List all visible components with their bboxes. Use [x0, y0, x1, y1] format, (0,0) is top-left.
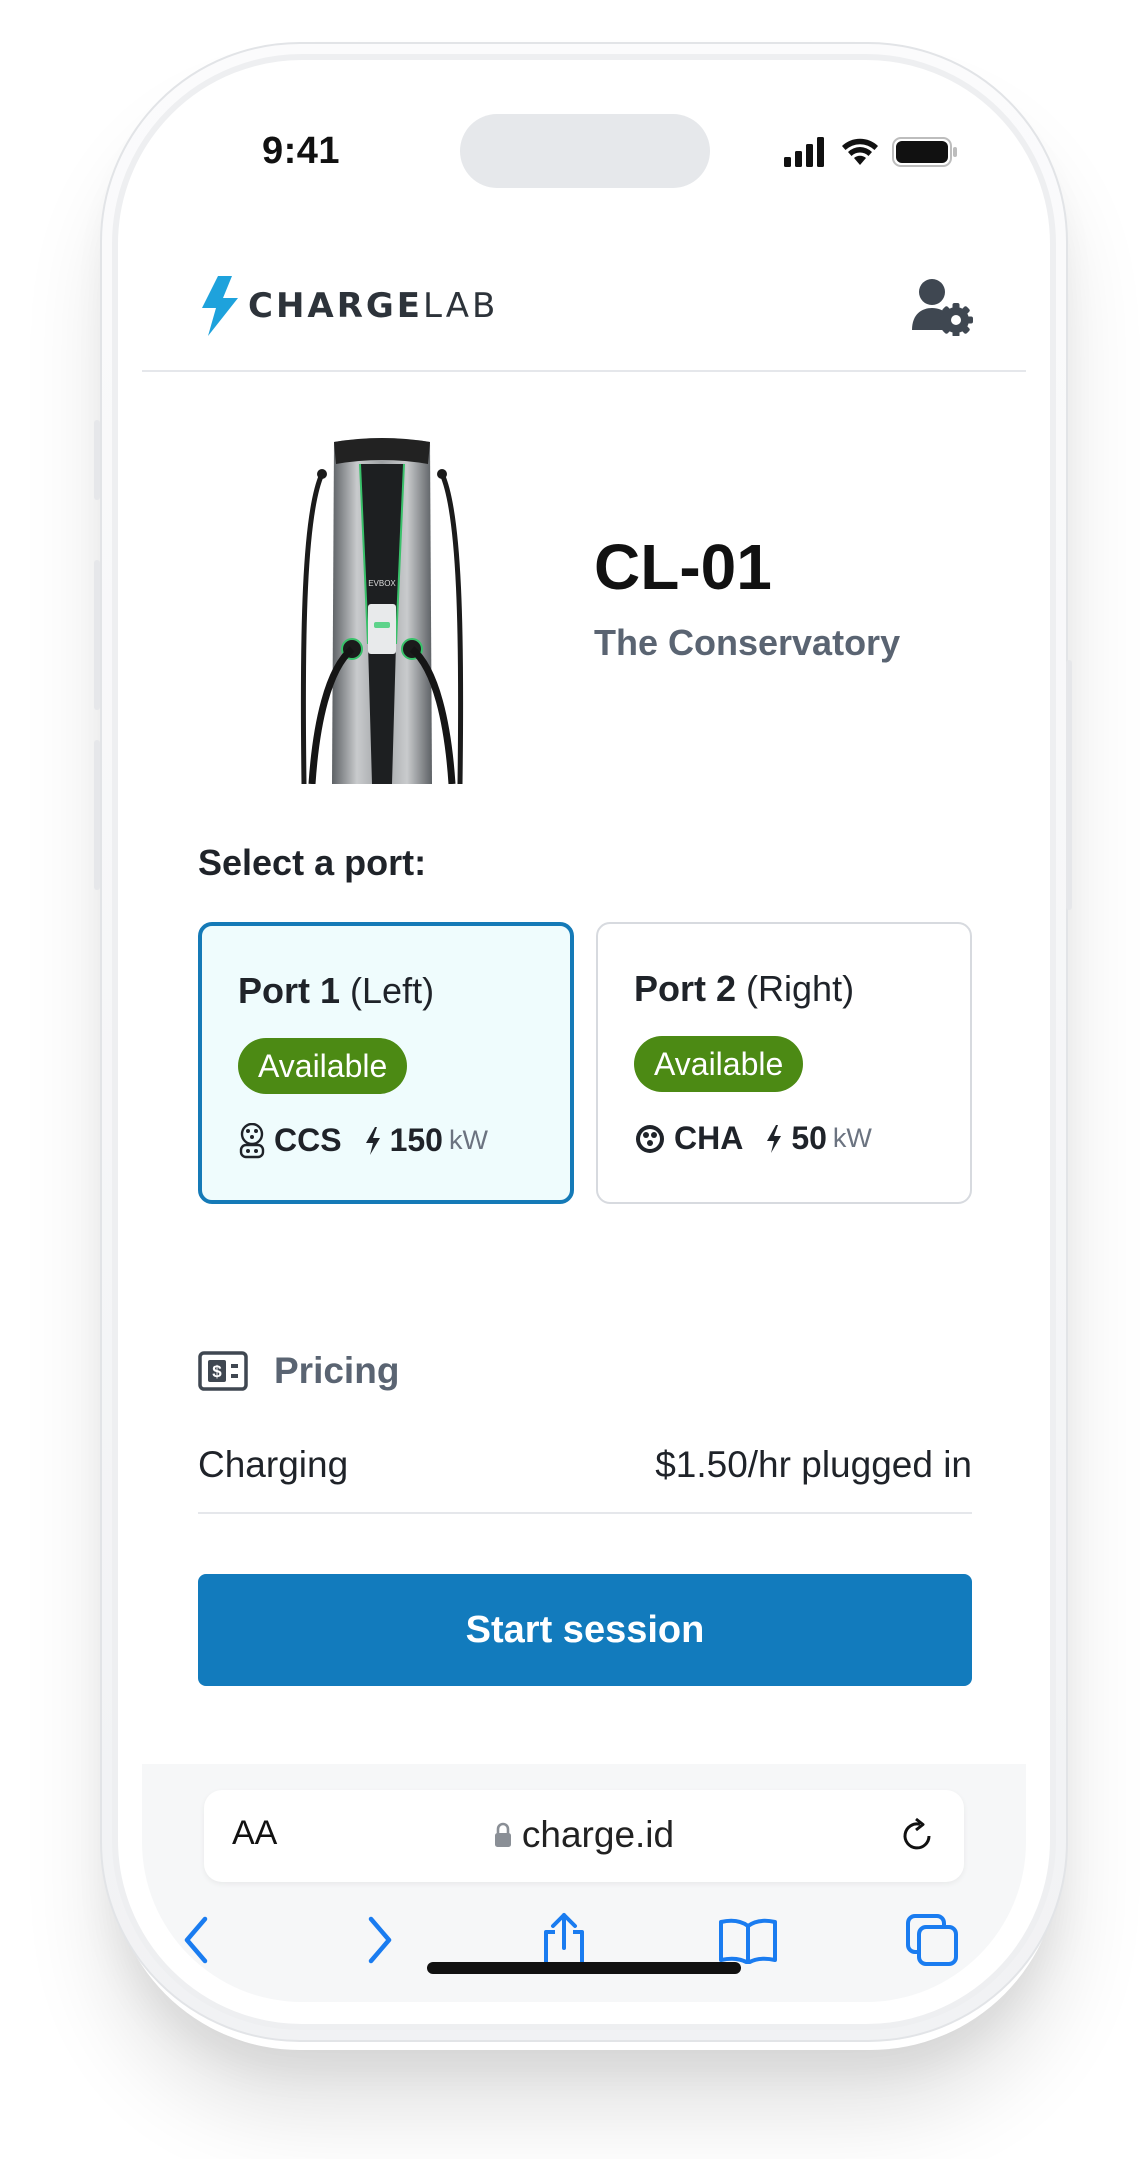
battery-icon — [892, 137, 957, 167]
pricing-header: $ Pricing — [198, 1350, 399, 1392]
status-badge: Available — [238, 1038, 408, 1094]
app-header: CHARGELAB — [142, 232, 1026, 372]
status-badge: Available — [634, 1036, 804, 1092]
chevron-left-icon — [184, 1916, 208, 1964]
station-id: CL-01 — [594, 531, 772, 603]
connector-type: CCS — [274, 1122, 342, 1158]
ccs-connector-icon — [239, 1122, 265, 1158]
price-label: Charging — [198, 1444, 349, 1485]
phone-screen: 9:41 CHARGELAB EVBOX CL-01 The Conservat… — [142, 82, 1026, 2002]
cellular-signal-icon — [784, 137, 824, 167]
port-specs: CCS 150 kW — [238, 1122, 488, 1159]
chevron-right-icon — [368, 1916, 392, 1964]
price-value: $1.50/hr plugged in — [655, 1444, 972, 1485]
price-row: Charging $1.50/hr plugged in — [198, 1434, 972, 1514]
power-value: 150 — [389, 1122, 443, 1158]
url-display[interactable]: charge.id — [204, 1814, 964, 1856]
port-title: Port 2 (Right) — [634, 968, 855, 1009]
phone-side-button — [94, 740, 100, 890]
port-title: Port 1 (Left) — [238, 970, 435, 1011]
wifi-icon — [842, 138, 878, 165]
dynamic-island — [460, 114, 710, 188]
power-unit: kW — [832, 1123, 872, 1153]
power-bolt-icon — [767, 1124, 782, 1153]
port-card-1[interactable]: Port 1 (Left) Available CCS 150 kW — [198, 922, 574, 1204]
charger-image: EVBOX — [300, 438, 464, 784]
phone-power-button — [1066, 660, 1072, 910]
status-icons — [784, 136, 958, 168]
phone-side-button — [94, 420, 100, 500]
lock-icon — [494, 1822, 511, 1847]
select-port-label: Select a port: — [198, 842, 427, 883]
power-value: 50 — [791, 1120, 827, 1156]
reload-icon[interactable] — [898, 1816, 938, 1856]
station-name: The Conservatory — [594, 622, 901, 663]
tabs-icon — [906, 1914, 958, 1966]
port-specs: CHA 50 kW — [634, 1120, 872, 1157]
status-time: 9:41 — [262, 130, 341, 172]
phone-side-button — [94, 560, 100, 710]
user-settings-icon — [912, 279, 973, 337]
logo-wordmark: CHARGELAB — [248, 286, 499, 326]
port-card-2[interactable]: Port 2 (Right) Available CHA 50 kW — [596, 922, 972, 1204]
share-icon — [544, 1913, 584, 1967]
home-indicator — [427, 1962, 741, 1974]
connector-type: CHA — [674, 1120, 744, 1156]
pricing-title: Pricing — [274, 1350, 400, 1391]
price-tag-icon: $ — [198, 1351, 248, 1391]
svg-text:$: $ — [212, 1362, 222, 1381]
book-icon — [719, 1918, 777, 1964]
forward-button[interactable] — [348, 1908, 412, 1972]
svg-text:EVBOX: EVBOX — [368, 579, 396, 588]
power-unit: kW — [448, 1125, 488, 1155]
start-session-button[interactable]: Start session — [198, 1574, 972, 1686]
chademo-connector-icon — [636, 1124, 664, 1153]
url-text: charge.id — [521, 1814, 675, 1855]
lightning-bolt-icon — [202, 276, 238, 336]
chargelab-logo[interactable]: CHARGELAB — [198, 274, 498, 338]
power-bolt-icon — [365, 1126, 380, 1155]
back-button[interactable] — [164, 1908, 228, 1972]
tabs-button[interactable] — [900, 1908, 964, 1972]
account-settings-button[interactable] — [910, 276, 974, 337]
address-bar[interactable]: AA charge.id — [204, 1790, 964, 1882]
